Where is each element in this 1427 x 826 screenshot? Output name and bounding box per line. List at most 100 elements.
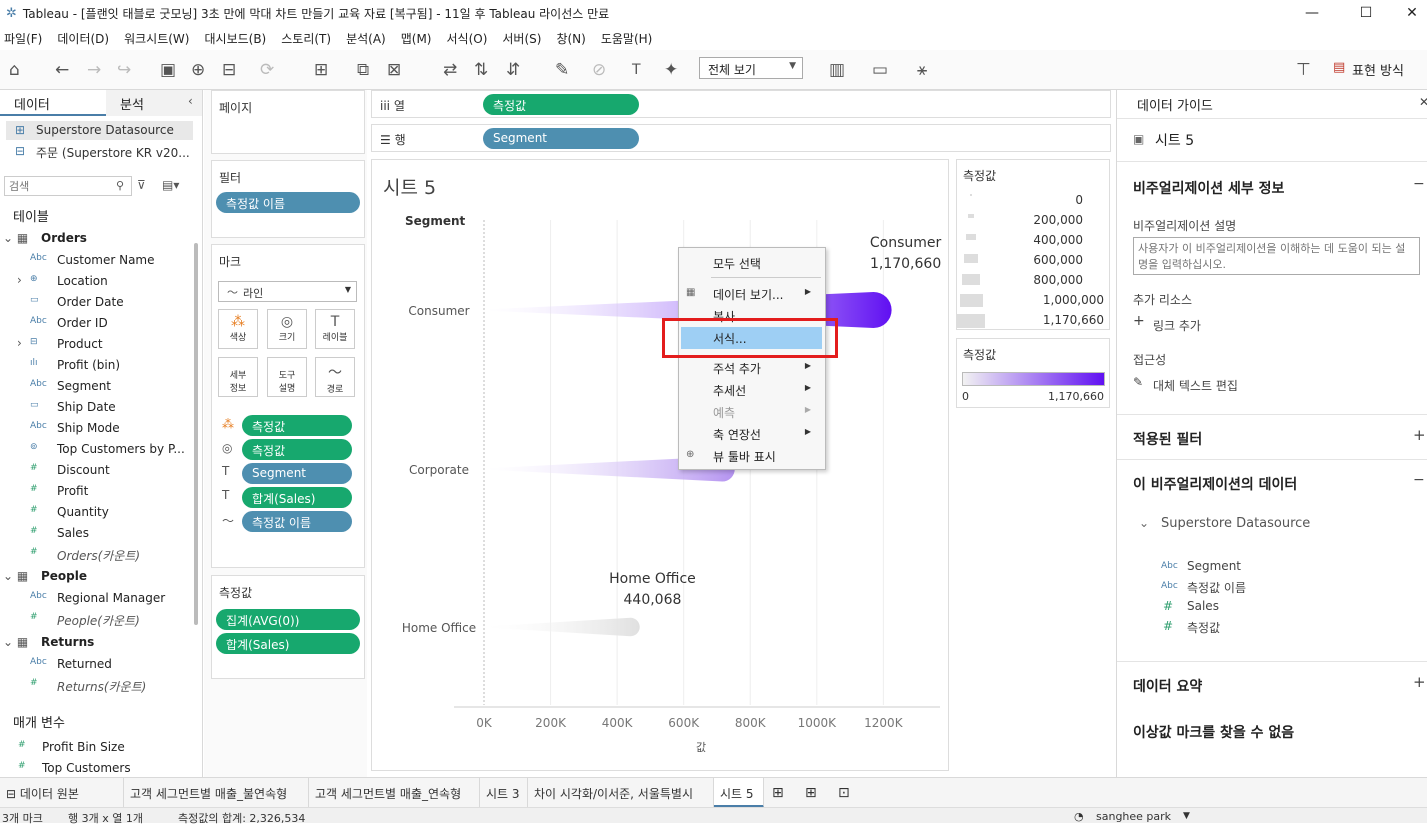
datasource-item[interactable]: ⊞ Superstore Datasource xyxy=(6,121,193,140)
show-cards-icon[interactable]: ▥ xyxy=(829,60,845,80)
menu-item-forecast[interactable]: 예측 ▶ xyxy=(679,401,825,423)
pause-update-icon[interactable]: ⊟ xyxy=(222,60,236,80)
size-button[interactable]: ◎ 크기 xyxy=(267,309,307,349)
menu-analysis[interactable]: 분석(A) xyxy=(346,30,386,47)
param-item[interactable]: # Profit Bin Size xyxy=(0,737,200,758)
chevron-down-icon[interactable]: ⌄ xyxy=(1139,516,1149,530)
fit-select[interactable]: 전체 보기 ▼ xyxy=(699,57,803,79)
tooltip-button[interactable]: 도구 설명 xyxy=(267,357,307,397)
field-item[interactable]: ▭ Ship Date xyxy=(0,397,200,418)
new-story-icon[interactable]: ⊡ xyxy=(832,778,856,808)
search-input[interactable] xyxy=(4,176,132,196)
new-dashboard-icon[interactable]: ⊞ xyxy=(799,778,823,808)
sort-asc-icon[interactable]: ⇅ xyxy=(474,60,488,80)
presentation-icon[interactable]: ▭ xyxy=(872,60,888,80)
mark-pill[interactable]: 측정값 이름 xyxy=(242,511,352,532)
new-datasource-icon[interactable]: ⊕ xyxy=(191,60,205,80)
duplicate-sheet-icon[interactable]: ⧉ xyxy=(357,60,369,80)
size-swatch[interactable] xyxy=(965,234,977,241)
menu-story[interactable]: 스토리(T) xyxy=(281,30,331,47)
new-sheet-icon[interactable]: ⊞ xyxy=(766,778,790,808)
datasource-item[interactable]: ⊟ 주문 (Superstore KR v20... xyxy=(6,142,193,161)
color-button[interactable]: ⁂ 색상 xyxy=(218,309,258,349)
menu-item-trendline[interactable]: 추세선 ▶ xyxy=(679,379,825,401)
filters-card[interactable]: 필터 측정값 이름 xyxy=(211,160,365,238)
size-swatch[interactable] xyxy=(963,254,979,263)
clear-sheet-icon[interactable]: ⊠ xyxy=(387,60,401,80)
expand-icon[interactable]: + xyxy=(1413,426,1426,444)
filter-pill[interactable]: 측정값 이름 xyxy=(216,192,360,213)
undo-icon[interactable]: ← xyxy=(55,60,69,80)
field-item[interactable]: Abc Segment xyxy=(0,376,200,397)
menu-item-drop-lines[interactable]: 축 연장선 ▶ xyxy=(679,423,825,445)
fix-axes-icon[interactable]: ✦ xyxy=(664,60,678,80)
field-item[interactable]: Abc Customer Name xyxy=(0,250,200,271)
size-swatch[interactable] xyxy=(961,274,981,285)
add-link-button[interactable]: 링크 추가 xyxy=(1153,317,1201,334)
mark-pill[interactable]: 합계(Sales) xyxy=(242,487,352,508)
menu-item-select-all[interactable]: 모두 선택 xyxy=(679,252,825,274)
tab-sheet[interactable]: 고객 세그먼트별 매출_연속형 xyxy=(309,778,480,808)
expand-icon[interactable]: + xyxy=(1413,673,1426,691)
collapse-icon[interactable]: ‹ xyxy=(188,94,193,108)
size-swatch[interactable] xyxy=(967,214,975,219)
menu-window[interactable]: 창(N) xyxy=(556,30,585,47)
home-icon[interactable]: ⌂ xyxy=(9,60,20,80)
mv-pill[interactable]: 집계(AVG(0)) xyxy=(216,609,360,630)
columns-shelf[interactable]: iii 열 측정값 xyxy=(371,90,1111,118)
mark-type-select[interactable]: 〜 라인 ▼ xyxy=(218,281,357,302)
menu-item-annotate[interactable]: 주석 추가 ▶ xyxy=(679,357,825,379)
user-name[interactable]: sanghee park xyxy=(1096,810,1171,823)
tab-sheet[interactable]: 시트 3 xyxy=(480,778,528,808)
save-icon[interactable]: ▣ xyxy=(160,60,176,80)
field-item[interactable]: ılı Profit (bin) xyxy=(0,355,200,376)
show-me-button[interactable]: 표현 방식 xyxy=(1352,60,1404,79)
view-options-icon[interactable]: ▤▾ xyxy=(162,178,179,192)
group-icon[interactable]: ⊘ xyxy=(592,60,606,80)
menu-item-view-data[interactable]: ▦ 데이터 보기... ▶ xyxy=(679,283,825,305)
label-button[interactable]: T 레이블 xyxy=(315,309,355,349)
chevron-down-icon[interactable]: ▼ xyxy=(1183,811,1190,821)
field-item[interactable]: ⊚ Top Customers by P... xyxy=(0,439,200,460)
collapse-icon[interactable]: − xyxy=(1413,176,1425,192)
share-icon[interactable]: ⚹ xyxy=(917,60,927,80)
menu-format[interactable]: 서식(O) xyxy=(447,30,488,47)
field-item[interactable]: # People(카운트) xyxy=(0,609,200,630)
path-button[interactable]: 〜 경로 xyxy=(315,357,355,397)
highlight-icon[interactable]: ✎ xyxy=(555,60,569,80)
field-item[interactable]: # Orders(카운트) xyxy=(0,544,200,565)
field-item[interactable]: # Returns(카운트) xyxy=(0,675,200,696)
mark-pill[interactable]: 측정값 xyxy=(242,415,352,436)
menu-dashboard[interactable]: 대시보드(B) xyxy=(204,30,266,47)
field-item[interactable]: › ⊕ Location xyxy=(0,271,200,292)
field-item[interactable]: # Sales xyxy=(0,523,200,544)
mark-pill[interactable]: 측정값 xyxy=(242,439,352,460)
bar-home-office[interactable] xyxy=(484,617,640,637)
menu-help[interactable]: 도움말(H) xyxy=(601,30,653,47)
data-pane-scrollbar[interactable] xyxy=(194,243,198,625)
replay-icon[interactable]: ↪ xyxy=(117,60,131,80)
swap-icon[interactable]: ⇄ xyxy=(443,60,457,80)
rows-pill[interactable]: Segment xyxy=(483,128,639,149)
row-label[interactable]: Corporate xyxy=(409,463,469,477)
size-swatch[interactable] xyxy=(957,314,985,328)
param-item[interactable]: # Top Customers xyxy=(0,758,200,777)
minimize-icon[interactable]: — xyxy=(1289,0,1335,26)
row-label[interactable]: Home Office xyxy=(402,621,476,635)
field-item[interactable]: Abc Ship Mode xyxy=(0,418,200,439)
refresh-icon[interactable]: ⟳ xyxy=(260,60,274,80)
mv-pill[interactable]: 합계(Sales) xyxy=(216,633,360,654)
field-item[interactable]: Abc Returned xyxy=(0,654,200,675)
show-labels-icon[interactable]: T xyxy=(632,60,641,80)
field-item[interactable]: ▭ Order Date xyxy=(0,292,200,313)
alt-text-button[interactable]: 대체 텍스트 편집 xyxy=(1153,377,1238,394)
maximize-icon[interactable]: ☐ xyxy=(1343,0,1389,26)
expand-icon[interactable]: › xyxy=(17,336,22,350)
sort-desc-icon[interactable]: ⇵ xyxy=(506,60,520,80)
field-item[interactable]: # Discount xyxy=(0,460,200,481)
filters-section[interactable]: 적용된 필터 + xyxy=(1117,414,1427,459)
columns-pill[interactable]: 측정값 xyxy=(483,94,639,115)
mark-pill[interactable]: Segment xyxy=(242,463,352,484)
collapse-icon[interactable]: − xyxy=(1413,472,1425,488)
field-item[interactable]: # Quantity xyxy=(0,502,200,523)
